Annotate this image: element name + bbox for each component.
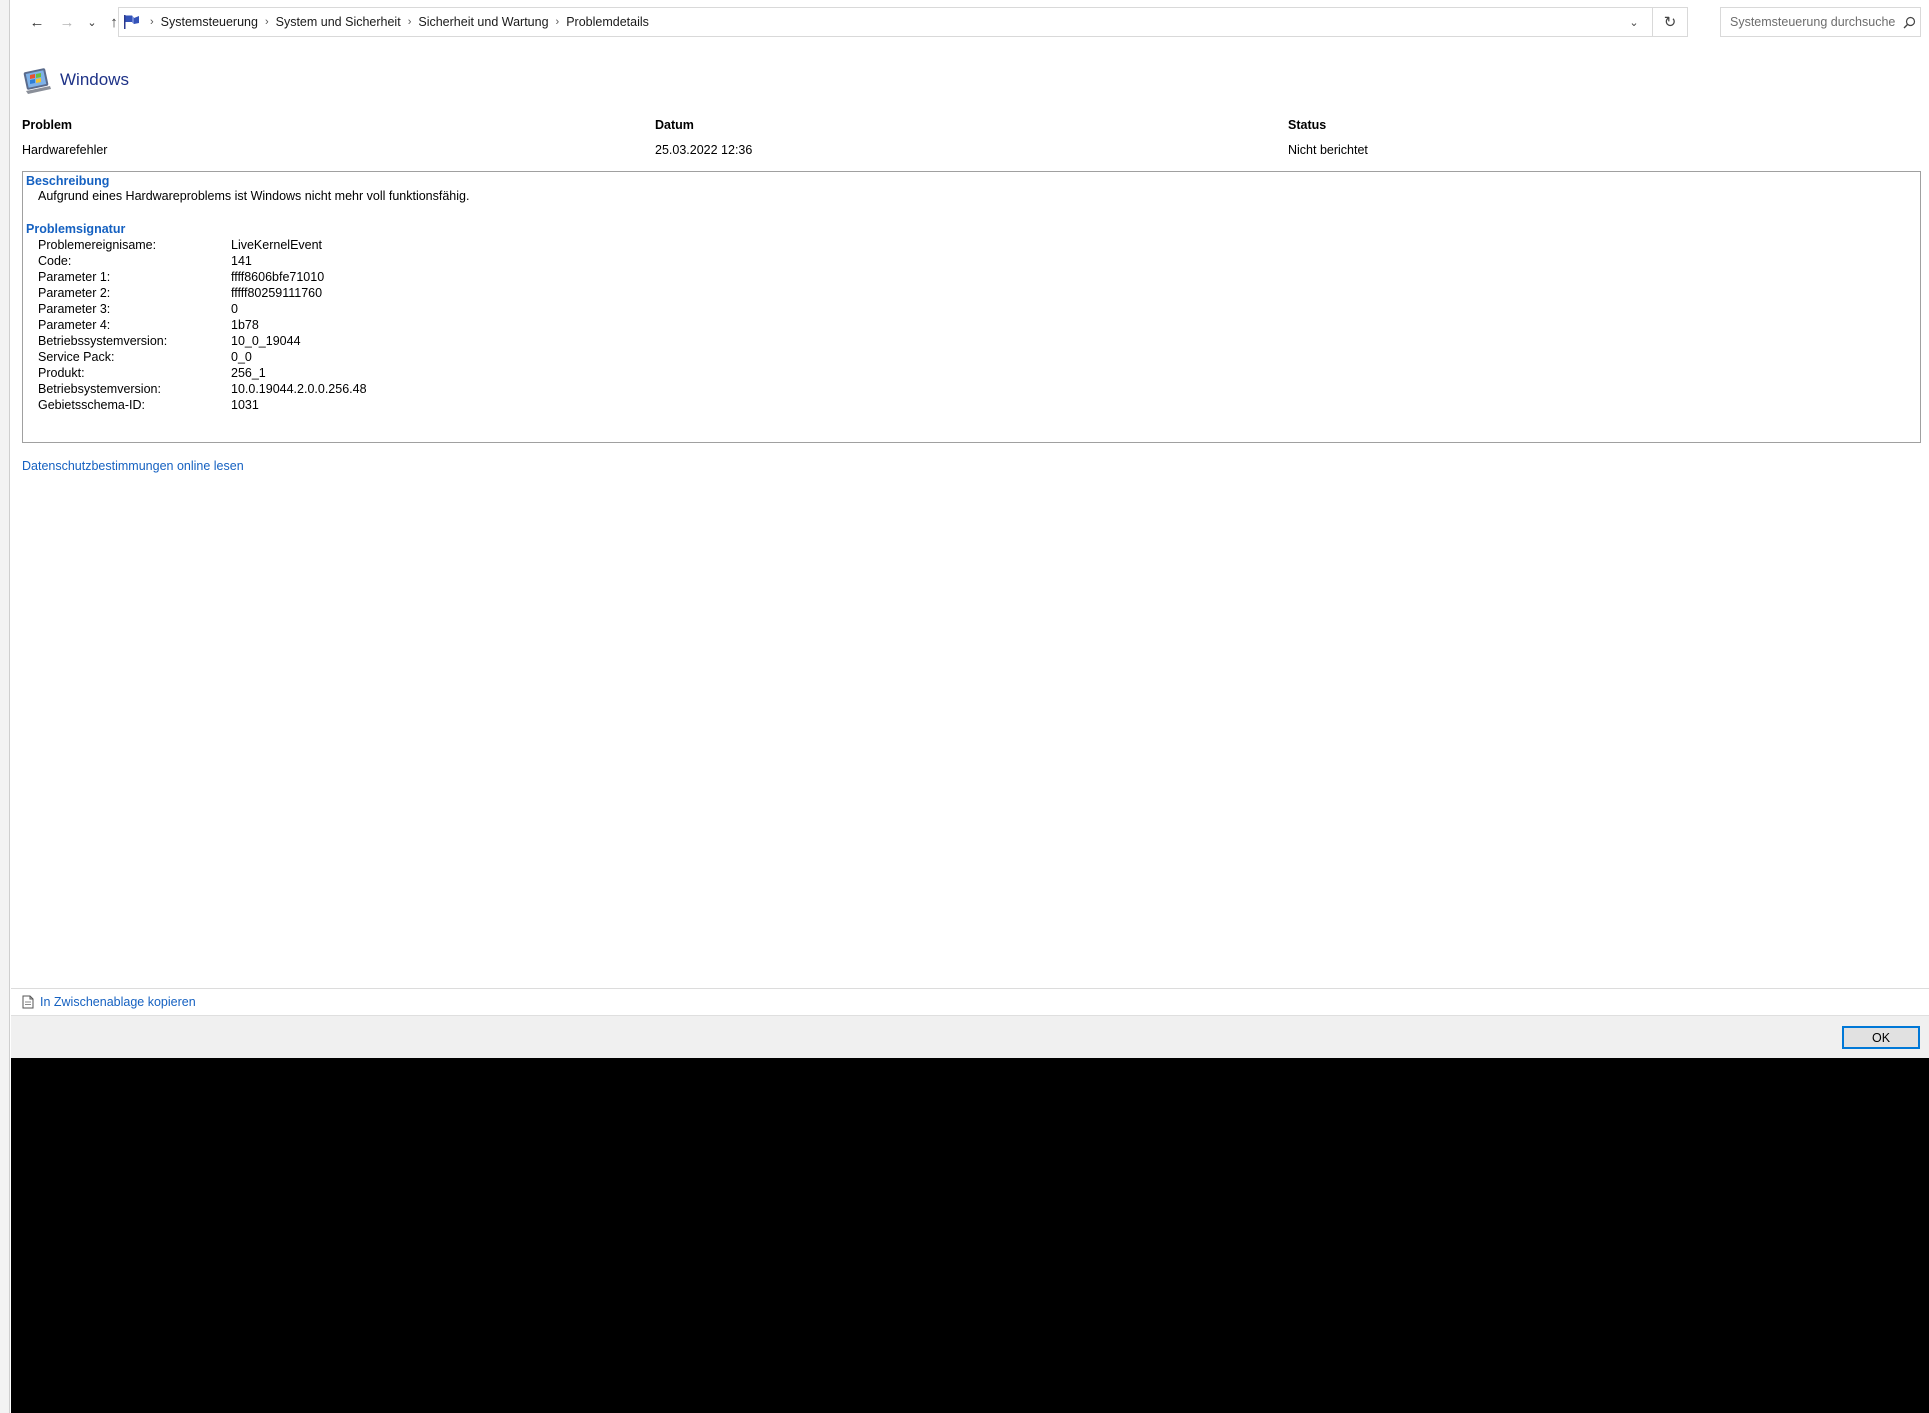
signature-value: LiveKernelEvent xyxy=(231,238,323,252)
signature-value: ffff8606bfe71010 xyxy=(231,270,325,284)
recent-locations-button[interactable]: ⌄ xyxy=(82,7,102,37)
signature-title: Problemsignatur xyxy=(26,222,126,236)
breadcrumb-problemdetails[interactable]: Problemdetails xyxy=(566,15,649,29)
date-column: Datum 25.03.2022 12:36 xyxy=(655,118,752,157)
address-bar[interactable]: › Systemsteuerung › System und Sicherhei… xyxy=(118,7,1688,37)
forward-button[interactable]: → xyxy=(52,7,82,37)
signature-value: 1031 xyxy=(231,398,259,412)
problem-value: Hardwarefehler xyxy=(22,143,108,157)
signature-value: 10_0_19044 xyxy=(231,334,301,348)
details-panel: Beschreibung Aufgrund eines Hardwareprob… xyxy=(22,171,1921,443)
search-input[interactable] xyxy=(1728,14,1899,30)
privacy-link[interactable]: Datenschutzbestimmungen online lesen xyxy=(22,459,244,473)
ok-button[interactable]: OK xyxy=(1842,1026,1920,1049)
signature-label: Parameter 4: xyxy=(38,318,111,332)
date-value: 25.03.2022 12:36 xyxy=(655,143,753,157)
signature-value: fffff80259111760 xyxy=(231,286,323,300)
description-title: Beschreibung xyxy=(26,174,110,188)
signature-label: Gebietsschema-ID: xyxy=(38,398,145,412)
date-header: Datum xyxy=(655,118,694,132)
chevron-right-icon[interactable]: › xyxy=(556,16,560,28)
back-arrow-icon: ← xyxy=(29,13,45,31)
signature-label: Parameter 2: xyxy=(38,286,111,300)
signature-label: Service Pack: xyxy=(38,350,115,364)
search-box[interactable] xyxy=(1720,7,1921,37)
chevron-right-icon[interactable]: › xyxy=(265,16,269,28)
breadcrumb-systemsteuerung[interactable]: Systemsteuerung xyxy=(161,15,258,29)
security-flag-icon xyxy=(121,12,143,32)
signature-value: 141 xyxy=(231,254,252,268)
signature-row: Parameter 4: 1b78 xyxy=(38,318,259,334)
signature-row: Parameter 2: fffff80259111760 xyxy=(38,286,322,302)
signature-row: Betriebssystemversion: 10_0_19044 xyxy=(38,334,301,350)
back-button[interactable]: ← xyxy=(22,7,52,37)
signature-label: Problemereignisame: xyxy=(38,238,157,252)
refresh-button[interactable]: ↻ xyxy=(1652,8,1687,36)
app-header: Windows xyxy=(22,62,129,98)
signature-value: 0 xyxy=(231,302,238,316)
up-arrow-icon: ↑ xyxy=(110,13,118,31)
signature-label: Parameter 3: xyxy=(38,302,111,316)
windows-logo-icon xyxy=(23,68,51,94)
signature-label: Betriebsystemversion: xyxy=(38,382,161,396)
window-edge xyxy=(0,0,10,1413)
signature-row: Service Pack: 0_0 xyxy=(38,350,252,366)
problem-details-window: ← → ⌄ ↑ › Systemsteuerung › System und S… xyxy=(11,0,1929,1058)
signature-label: Produkt: xyxy=(38,366,85,380)
signature-value: 10.0.19044.2.0.0.256.48 xyxy=(231,382,367,396)
signature-row: Problemereignisame: LiveKernelEvent xyxy=(38,238,322,254)
status-column: Status Nicht berichtet xyxy=(1288,118,1368,157)
signature-row: Gebietsschema-ID: 1031 xyxy=(38,398,259,414)
signature-row: Parameter 1: ffff8606bfe71010 xyxy=(38,270,324,286)
address-dropdown-button[interactable]: ⌄ xyxy=(1619,8,1649,36)
signature-label: Parameter 1: xyxy=(38,270,111,284)
status-value: Nicht berichtet xyxy=(1288,143,1368,157)
clipboard-icon xyxy=(22,995,36,1009)
page-title: Windows xyxy=(60,70,129,89)
description-text: Aufgrund eines Hardwareproblems ist Wind… xyxy=(38,189,470,203)
signature-value: 1b78 xyxy=(231,318,259,332)
forward-arrow-icon: → xyxy=(59,13,75,31)
signature-row: Betriebsystemversion: 10.0.19044.2.0.0.2… xyxy=(38,382,367,398)
dialog-footer: OK xyxy=(11,1015,1929,1058)
chevron-right-icon[interactable]: › xyxy=(408,16,412,28)
problem-column: Problem Hardwarefehler xyxy=(22,118,107,157)
signature-value: 256_1 xyxy=(231,366,266,380)
divider xyxy=(11,988,1929,989)
problem-header: Problem xyxy=(22,118,73,132)
status-header: Status xyxy=(1288,118,1327,132)
chevron-right-icon: › xyxy=(150,16,154,28)
signature-label: Betriebssystemversion: xyxy=(38,334,168,348)
search-icon[interactable] xyxy=(1898,11,1920,33)
copy-to-clipboard-link[interactable]: In Zwischenablage kopieren xyxy=(22,995,196,1009)
chevron-down-icon: ⌄ xyxy=(87,16,97,29)
signature-value: 0_0 xyxy=(231,350,252,364)
refresh-icon: ↻ xyxy=(1663,14,1677,31)
breadcrumb-system-und-sicherheit[interactable]: System und Sicherheit xyxy=(276,15,401,29)
chevron-down-icon: ⌄ xyxy=(1629,16,1639,29)
signature-row: Produkt: 256_1 xyxy=(38,366,266,382)
copy-link-label[interactable]: In Zwischenablage kopieren xyxy=(40,995,196,1009)
signature-row: Parameter 3: 0 xyxy=(38,302,238,318)
signature-row: Code: 141 xyxy=(38,254,252,270)
signature-label: Code: xyxy=(38,254,72,268)
black-background xyxy=(11,1058,1929,1413)
breadcrumb-sicherheit-und-wartung[interactable]: Sicherheit und Wartung xyxy=(418,15,548,29)
